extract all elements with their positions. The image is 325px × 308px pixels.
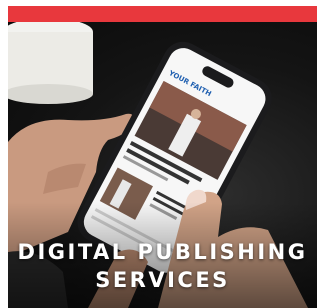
accent-bar xyxy=(8,6,317,22)
promo-card[interactable]: YOUR FAITH DIGITAL PUBLISHING SERVICES xyxy=(0,0,325,308)
caption-line-1: DIGITAL PUBLISHING xyxy=(17,240,308,264)
caption-line-2: SERVICES xyxy=(95,268,230,292)
photo: YOUR FAITH DIGITAL PUBLISHING SERVICES xyxy=(8,22,317,308)
photo-illustration: YOUR FAITH xyxy=(8,22,317,308)
